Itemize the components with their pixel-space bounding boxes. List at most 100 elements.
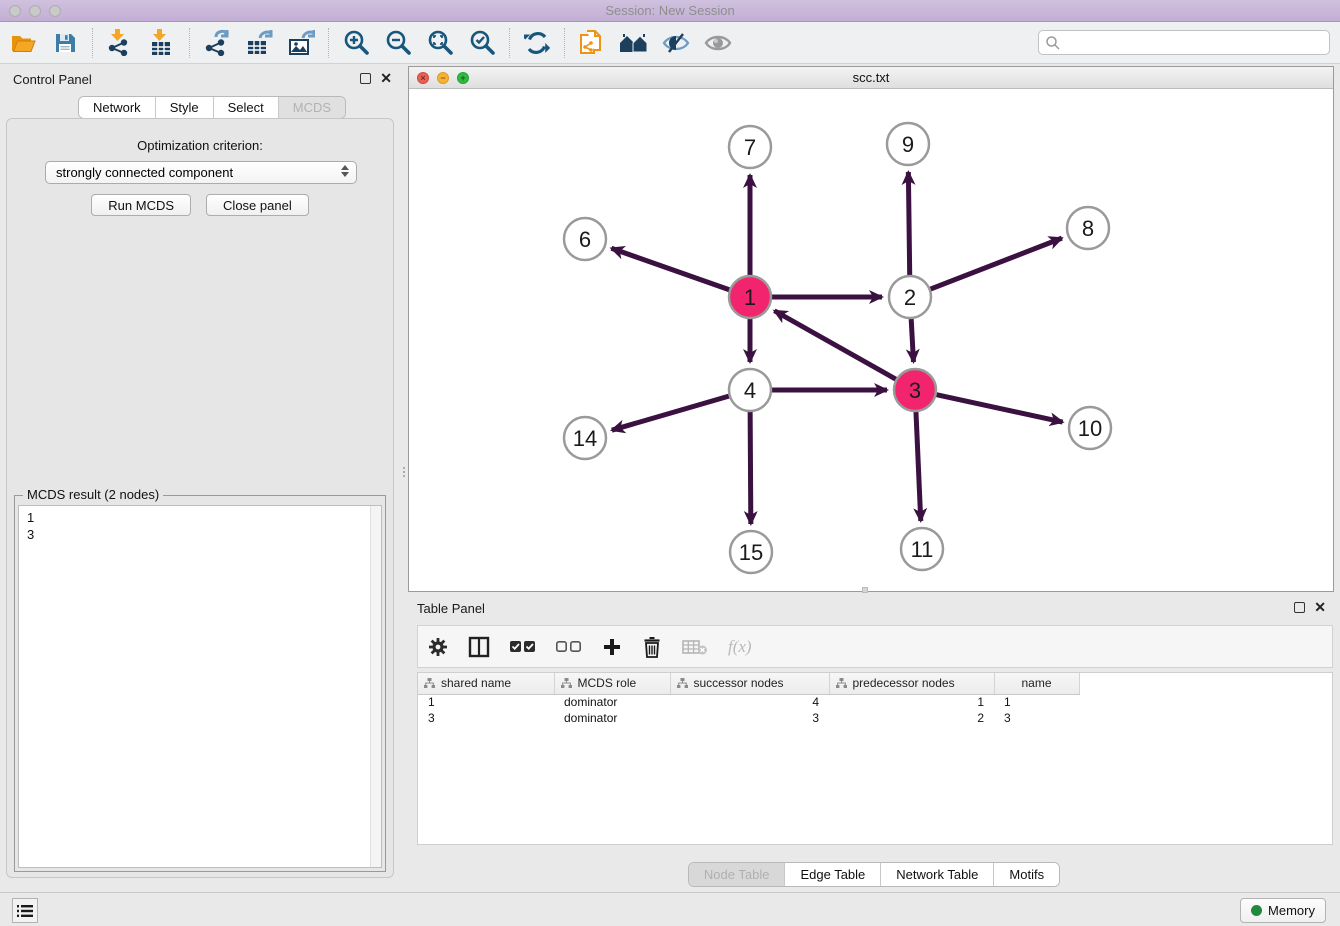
tab-edge-table[interactable]: Edge Table [785,863,881,886]
select-all-columns-icon[interactable] [510,640,536,654]
cell-shared-name[interactable]: 1 [418,694,554,710]
cell-successor-nodes[interactable]: 4 [670,694,829,710]
memory-button[interactable]: Memory [1240,898,1326,923]
save-session-icon[interactable] [50,28,80,58]
cell-mcds-role[interactable]: dominator [554,694,670,710]
table-row[interactable]: 3 dominator 3 2 3 [418,710,1079,726]
graph-node-7[interactable]: 7 [729,126,771,168]
graph-edge-2-9[interactable] [908,172,909,275]
column-header-mcds-role[interactable]: MCDS role [554,673,670,694]
cell-successor-nodes[interactable]: 3 [670,710,829,726]
graph-node-10[interactable]: 10 [1069,407,1111,449]
add-column-icon[interactable] [602,637,622,657]
graph-node-4[interactable]: 4 [729,369,771,411]
hierarchy-icon [424,678,435,689]
cell-shared-name[interactable]: 3 [418,710,554,726]
main-toolbar [0,22,1340,64]
close-panel-button[interactable]: Close panel [206,194,309,216]
hierarchy-icon [561,678,572,689]
column-header-shared-name[interactable]: shared name [418,673,554,694]
svg-text:2: 2 [904,285,916,310]
run-mcds-button[interactable]: Run MCDS [91,194,191,216]
import-table-icon[interactable] [147,28,177,58]
column-header-name[interactable]: name [994,673,1079,694]
graph-edge-3-11[interactable] [916,412,921,521]
cell-name[interactable]: 1 [994,694,1079,710]
network-canvas[interactable]: 7 9 6 8 1 2 4 3 14 10 15 11 [409,89,1333,591]
export-network-icon[interactable] [202,28,232,58]
function-builder-icon[interactable]: f(x) [728,637,752,657]
table-panel-close-icon[interactable]: ✕ [1314,602,1326,613]
graph-edge-3-1[interactable] [774,311,895,379]
column-header-successor-nodes[interactable]: successor nodes [670,673,829,694]
zoom-selected-icon[interactable] [467,28,497,58]
network-resize-grip[interactable] [862,587,868,593]
graph-node-1[interactable]: 1 [729,276,771,318]
unselect-all-columns-icon[interactable] [556,640,582,654]
clone-network-icon[interactable] [577,28,607,58]
optimization-criterion-label: Optimization criterion: [7,138,393,153]
tab-style[interactable]: Style [156,97,214,118]
import-network-icon[interactable] [105,28,135,58]
tab-node-table[interactable]: Node Table [689,863,786,886]
graph-edge-4-15[interactable] [750,412,751,524]
graph-node-9[interactable]: 9 [887,123,929,165]
graph-edge-4-14[interactable] [612,396,729,430]
apply-layout-icon[interactable] [522,28,552,58]
graph-node-14[interactable]: 14 [564,417,606,459]
tab-network[interactable]: Network [79,97,156,118]
graph-node-3[interactable]: 3 [894,369,936,411]
criterion-select[interactable]: strongly connected component [45,161,357,184]
cell-mcds-role[interactable]: dominator [554,710,670,726]
task-history-button[interactable] [12,898,38,923]
home-panels-icon[interactable] [619,28,649,58]
table-row[interactable]: 1 dominator 4 1 1 [418,694,1079,710]
tab-mcds[interactable]: MCDS [279,97,345,118]
mcds-result-textarea[interactable]: 1 3 [18,505,382,868]
graph-node-6[interactable]: 6 [564,218,606,260]
svg-text:7: 7 [744,135,756,160]
tab-motifs[interactable]: Motifs [994,863,1059,886]
control-panel-close-icon[interactable]: ✕ [380,73,392,84]
column-header-predecessor-nodes[interactable]: predecessor nodes [829,673,994,694]
search-input[interactable] [1061,33,1329,53]
search-box[interactable] [1038,30,1330,55]
hide-panel-icon[interactable] [661,28,691,58]
graph-node-11[interactable]: 11 [901,528,943,570]
graph-edge-2-8[interactable] [931,238,1062,289]
export-table-icon[interactable] [244,28,274,58]
hierarchy-icon [677,678,688,689]
table-toolbar: f(x) [417,625,1333,668]
zoom-out-icon[interactable] [383,28,413,58]
network-graph: 7 9 6 8 1 2 4 3 14 10 15 11 [409,89,1333,591]
split-columns-icon[interactable] [468,636,490,658]
svg-text:8: 8 [1082,216,1094,241]
delete-column-icon[interactable] [642,636,662,658]
graph-edge-1-6[interactable] [611,248,729,289]
settings-gear-icon[interactable] [428,637,448,657]
tab-select[interactable]: Select [214,97,279,118]
svg-text:6: 6 [579,227,591,252]
svg-text:9: 9 [902,132,914,157]
export-image-icon[interactable] [286,28,316,58]
graph-node-2[interactable]: 2 [889,276,931,318]
graph-edge-3-10[interactable] [936,395,1062,422]
birdseye-view-icon[interactable] [703,28,733,58]
open-session-icon[interactable] [8,28,38,58]
graph-node-8[interactable]: 8 [1067,207,1109,249]
cell-predecessor-nodes[interactable]: 1 [829,694,994,710]
graph-edge-2-3[interactable] [911,319,913,362]
zoom-in-icon[interactable] [341,28,371,58]
delete-table-icon[interactable] [682,639,708,655]
cell-name[interactable]: 3 [994,710,1079,726]
zoom-fit-icon[interactable] [425,28,455,58]
svg-text:14: 14 [573,426,597,451]
result-scrollbar[interactable] [370,506,381,867]
control-panel-float-button[interactable] [360,73,371,84]
cell-predecessor-nodes[interactable]: 2 [829,710,994,726]
graph-node-15[interactable]: 15 [730,531,772,573]
status-bar: Memory [0,892,1340,926]
tab-network-table[interactable]: Network Table [881,863,994,886]
panel-divider-handle[interactable] [400,462,407,482]
table-panel-float-button[interactable] [1294,602,1305,613]
